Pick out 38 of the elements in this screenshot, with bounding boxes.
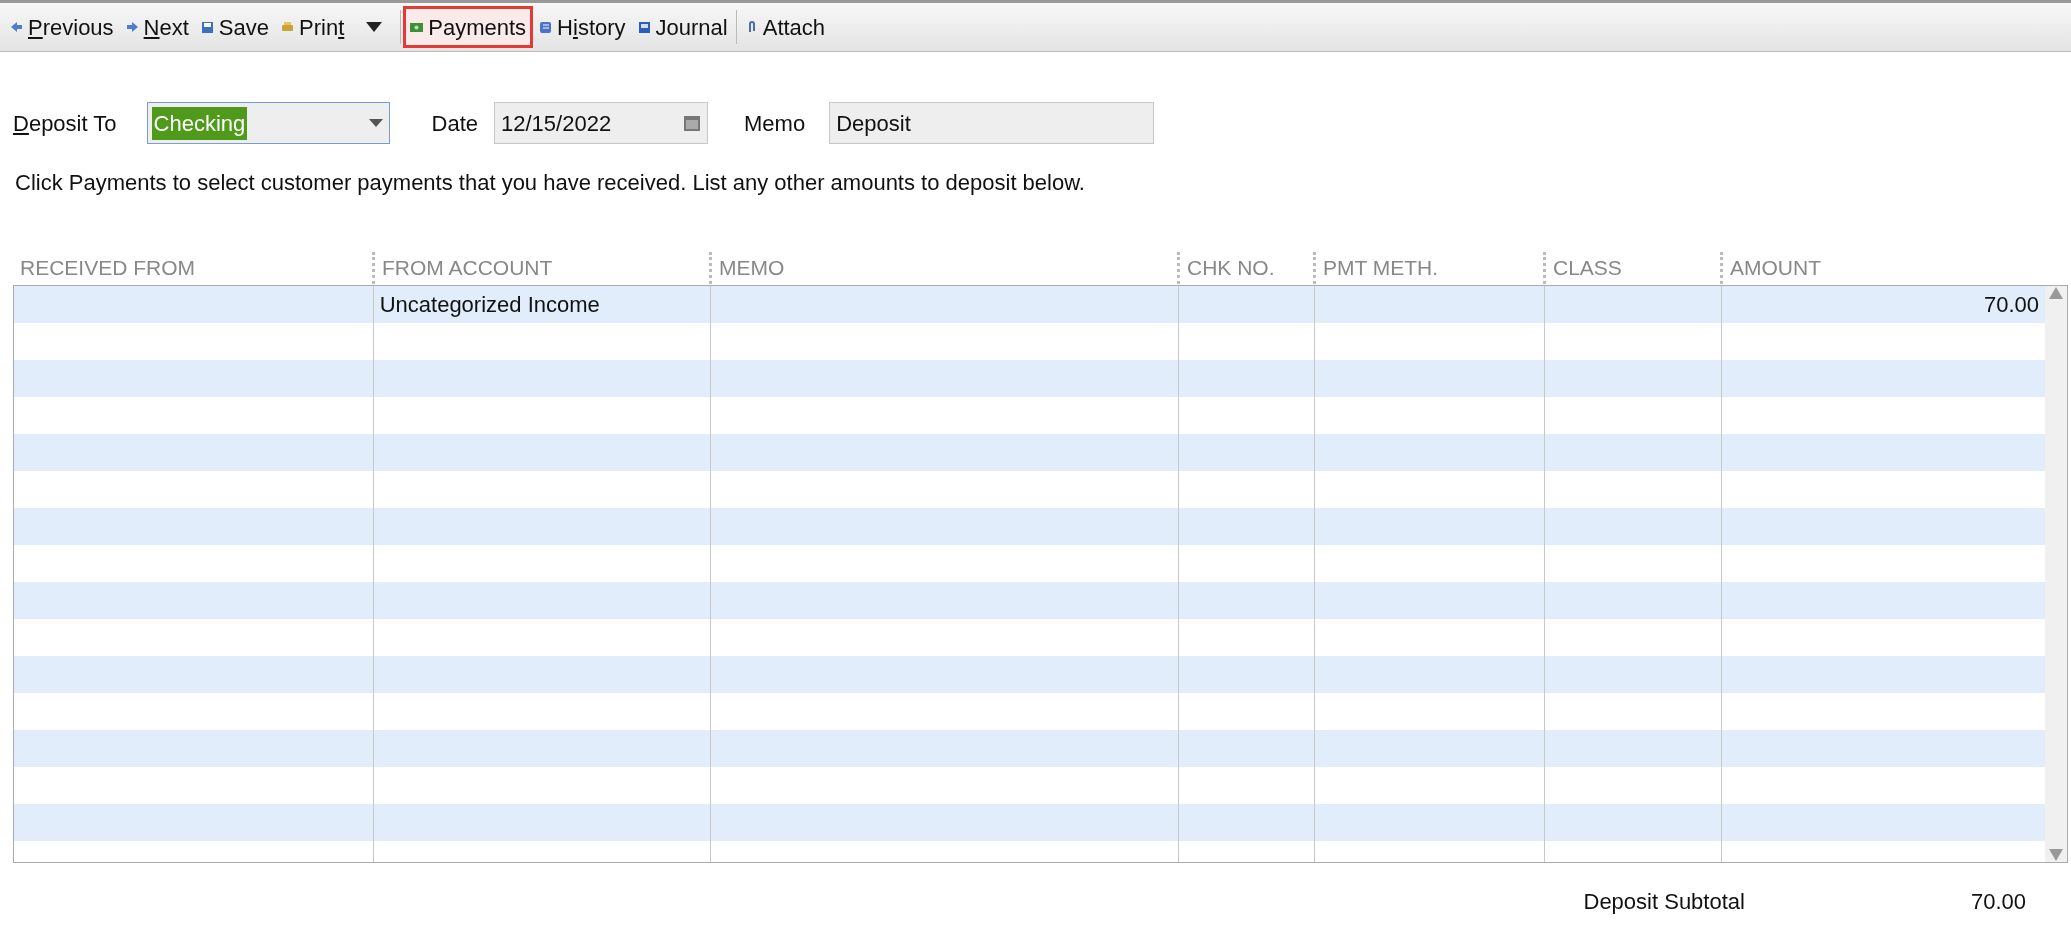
arrow-right-icon — [125, 20, 139, 34]
calendar-icon[interactable] — [683, 114, 702, 132]
column-header: AMOUNT — [1720, 252, 2065, 284]
caret-icon — [368, 119, 383, 127]
payments-button[interactable]: Payments — [403, 6, 534, 48]
account-dropdown[interactable]: Checking — [146, 102, 390, 144]
field-label: Date — [431, 109, 479, 138]
journal-button[interactable]: Journal — [631, 6, 734, 48]
history-button[interactable]: History — [533, 6, 632, 48]
subtotal-label: Deposit Subtotal — [1583, 888, 1745, 916]
scrollbar[interactable] — [2045, 286, 2067, 862]
caret-icon — [366, 22, 383, 32]
column-header: RECEIVED FROM — [19, 255, 196, 282]
next-button[interactable]: Next — [119, 6, 195, 48]
field-label: Memo — [744, 109, 806, 138]
column-header: FROM ACCOUNT — [372, 252, 709, 284]
date-field[interactable]: 12/15/2022 — [494, 102, 709, 144]
ledger-icon — [539, 20, 553, 34]
prev-button[interactable]: Previous — [4, 6, 120, 48]
memo-field[interactable]: Deposit — [829, 102, 1155, 144]
attach-button[interactable]: Attach — [738, 6, 832, 48]
subtotal-value: 70.00 — [1970, 888, 2026, 916]
scroll-up-icon[interactable] — [2048, 286, 2064, 300]
arrow-left-icon — [10, 20, 23, 34]
book-icon — [637, 20, 651, 34]
column-header: MEMO — [709, 252, 1177, 284]
printer-icon — [281, 20, 294, 34]
field-label: Deposit To — [13, 109, 117, 138]
scroll-down-icon[interactable] — [2048, 848, 2064, 862]
column-header: CLASS — [1543, 252, 1720, 284]
column-header: CHK NO. — [1177, 252, 1313, 284]
banknote-icon — [410, 20, 424, 34]
save-button[interactable]: Save — [194, 6, 275, 48]
instruction-text: Click Payments to select customer payments that you have received. List any other amounts to deposit below. — [14, 169, 1086, 197]
column-header: PMT METH. — [1313, 252, 1543, 284]
table-cell: Uncategorized Income — [373, 286, 711, 323]
table-cell: 70.00 — [1721, 286, 2045, 323]
print-button[interactable]: Print — [275, 6, 351, 48]
